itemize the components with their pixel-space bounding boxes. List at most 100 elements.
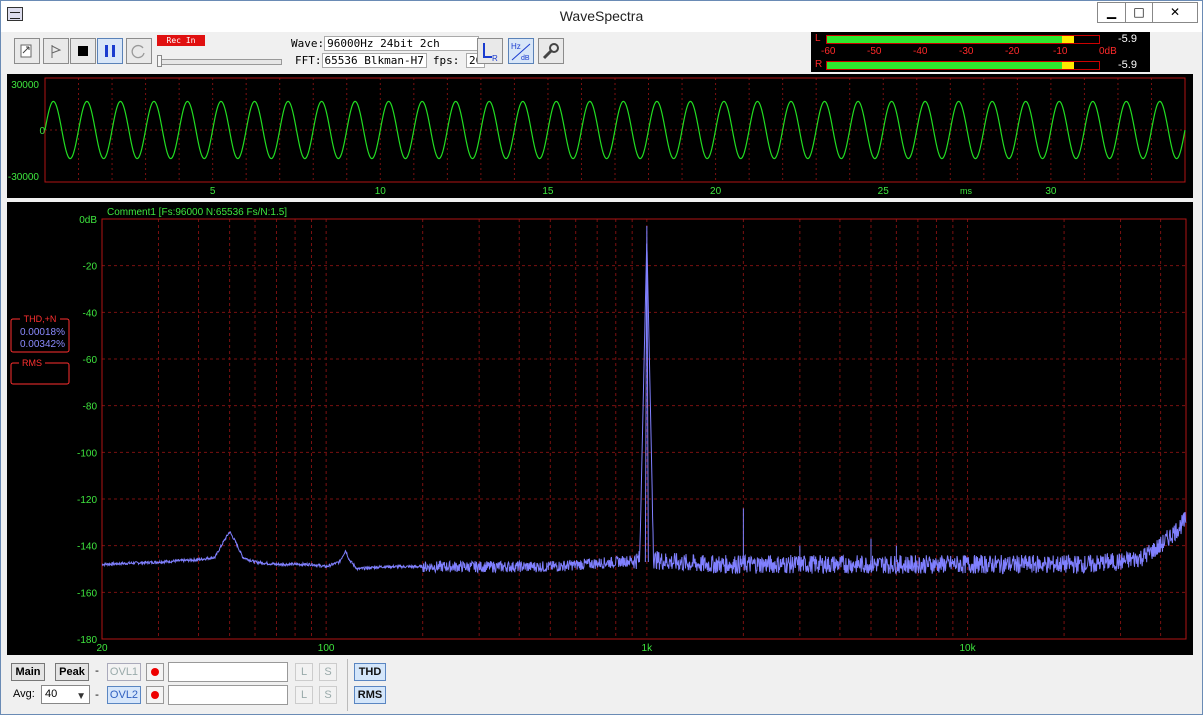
spectrum-ylabel: -120 bbox=[77, 495, 97, 506]
wave-xlabel: 30 bbox=[1045, 186, 1057, 197]
wave-ylabel-bottom: -30000 bbox=[8, 172, 40, 183]
open-file-button[interactable] bbox=[14, 38, 40, 64]
rms-readout-box: RMS bbox=[10, 358, 70, 385]
reset-button[interactable] bbox=[126, 38, 152, 64]
meter-scale-4: -20 bbox=[1005, 46, 1020, 57]
close-button[interactable]: ✕ bbox=[1152, 2, 1198, 23]
ovl2-save-button[interactable]: S bbox=[319, 686, 337, 704]
maximize-button[interactable]: □ bbox=[1125, 2, 1153, 23]
ovl1-button[interactable]: OVL1 bbox=[107, 663, 141, 681]
spectrum-xlabel: 20 bbox=[96, 643, 108, 654]
level-meter: L R -60 -50 -40 -30 -20 -10 0dB -5.9 -5.… bbox=[811, 32, 1150, 72]
meter-scale-6: 0dB bbox=[1099, 46, 1117, 57]
hz-db-scale-button[interactable]: Hz dB bbox=[508, 38, 534, 64]
avg-label: Avg: bbox=[13, 688, 35, 700]
spectrum-ylabel: -80 bbox=[83, 402, 98, 413]
thd-title: THD,+N bbox=[24, 314, 57, 324]
lr-icon: R bbox=[483, 43, 498, 63]
waveform-panel[interactable]: 30000 0 -30000 5 10 15 20 25 30 ms bbox=[7, 74, 1193, 198]
wave-format-field[interactable]: 96000Hz 24bit 2ch bbox=[324, 36, 480, 51]
ovl1-load-button[interactable]: L bbox=[295, 663, 313, 681]
meter-peak-left bbox=[1061, 36, 1074, 43]
slider-thumb[interactable] bbox=[157, 55, 162, 67]
meter-value-right: -5.9 bbox=[1118, 59, 1137, 71]
meter-scale-0: -60 bbox=[821, 46, 836, 57]
ovl2-dash: - bbox=[95, 688, 99, 701]
ovl2-load-button[interactable]: L bbox=[295, 686, 313, 704]
wave-xlabel: 10 bbox=[375, 186, 387, 197]
wave-xlabel: 25 bbox=[878, 186, 890, 197]
fft-label: FFT: bbox=[295, 54, 322, 67]
rms-button[interactable]: RMS bbox=[354, 686, 386, 704]
wave-x-unit: ms bbox=[960, 186, 972, 196]
pause-icon bbox=[105, 45, 115, 57]
window-title: WaveSpectra bbox=[559, 8, 644, 24]
meter-l-label: L bbox=[815, 33, 821, 44]
ovl2-name-field[interactable] bbox=[168, 685, 288, 705]
ovl1-save-button[interactable]: S bbox=[319, 663, 337, 681]
wave-xlabel: 20 bbox=[710, 186, 722, 197]
fft-setting-field[interactable]: 65536 Blkman-H7 bbox=[321, 53, 427, 68]
ovl1-name-field[interactable] bbox=[168, 662, 288, 682]
thd-n-value: 0.00342% bbox=[20, 339, 65, 350]
meter-r-label: R bbox=[815, 59, 823, 70]
spectrum-comment: Comment1 [Fs:96000 N:65536 Fs/N:1.5] bbox=[107, 207, 287, 218]
main-window: WaveSpectra ▁ □ ✕ Rec In Wave: 96000Hz 24… bbox=[0, 0, 1203, 715]
svg-text:R: R bbox=[492, 54, 498, 63]
spectrum-xlabel: 100 bbox=[318, 643, 335, 654]
avg-select[interactable]: 40 ▼ bbox=[41, 685, 90, 704]
spectrum-chart: Comment1 [Fs:96000 N:65536 Fs/N:1.5] 0dB… bbox=[10, 207, 1187, 654]
lr-channel-button[interactable]: R bbox=[477, 38, 503, 64]
fps-label: fps: bbox=[432, 54, 460, 67]
spectrum-ylabel: -140 bbox=[77, 542, 97, 553]
ovl1-dash: - bbox=[95, 664, 99, 677]
stop-icon bbox=[78, 46, 88, 56]
wave-ylabel-mid: 0 bbox=[39, 126, 45, 137]
marker-button[interactable] bbox=[43, 38, 69, 64]
meter-bar-right bbox=[826, 61, 1100, 70]
wave-label: Wave: bbox=[291, 37, 325, 50]
meter-value-left: -5.9 bbox=[1118, 33, 1137, 45]
rms-title: RMS bbox=[22, 358, 42, 368]
meter-fill-left bbox=[827, 36, 1062, 43]
spectrum-ylabel: -160 bbox=[77, 588, 97, 599]
spectrum-ylabel: -100 bbox=[77, 448, 97, 459]
meter-scale-2: -40 bbox=[913, 46, 928, 57]
svg-text:dB: dB bbox=[521, 55, 530, 62]
ovl2-record-button[interactable] bbox=[146, 686, 164, 704]
svg-text:Hz: Hz bbox=[511, 42, 521, 51]
main-button[interactable]: Main bbox=[11, 663, 45, 681]
peak-button[interactable]: Peak bbox=[55, 663, 89, 681]
ovl1-record-button[interactable] bbox=[146, 663, 164, 681]
hz-db-icon: HzdB bbox=[511, 42, 531, 62]
spectrum-ylabel: -60 bbox=[83, 355, 98, 366]
wave-xlabel: 15 bbox=[542, 186, 554, 197]
meter-scale-3: -30 bbox=[959, 46, 974, 57]
bottom-controls: Main Peak Avg: 40 ▼ - - OVL1 OVL2 L S L S… bbox=[1, 657, 1202, 715]
open-file-icon bbox=[20, 44, 32, 58]
ovl2-button[interactable]: OVL2 bbox=[107, 686, 141, 704]
minimize-button[interactable]: ▁ bbox=[1097, 2, 1126, 23]
wave-ylabel-top: 30000 bbox=[11, 80, 39, 91]
meter-scale-5: -10 bbox=[1053, 46, 1068, 57]
rec-in-badge: Rec In bbox=[157, 35, 205, 46]
settings-button[interactable] bbox=[538, 38, 564, 64]
refresh-icon bbox=[131, 44, 145, 59]
thd-button[interactable]: THD bbox=[354, 663, 386, 681]
meter-peak-right bbox=[1061, 62, 1074, 69]
flag-icon bbox=[51, 45, 62, 58]
input-level-slider[interactable] bbox=[157, 59, 282, 65]
waveform-chart: 30000 0 -30000 5 10 15 20 25 30 ms bbox=[8, 77, 1186, 197]
pause-button[interactable] bbox=[97, 38, 123, 64]
spectrum-trace bbox=[101, 243, 1187, 576]
meter-fill-right bbox=[827, 62, 1062, 69]
stop-button[interactable] bbox=[70, 38, 96, 64]
wave-format-info: Wave: 96000Hz 24bit 2ch bbox=[291, 36, 480, 51]
wrench-icon bbox=[542, 43, 559, 60]
spectrum-ylabel: 0dB bbox=[79, 215, 97, 226]
avg-value: 40 bbox=[45, 688, 58, 700]
bottom-divider bbox=[347, 659, 348, 711]
spectrum-ylabel: -20 bbox=[83, 262, 98, 273]
spectrum-panel[interactable]: Comment1 [Fs:96000 N:65536 Fs/N:1.5] 0dB… bbox=[7, 202, 1193, 655]
thd-readout-box: THD,+N 0.00018% 0.00342% bbox=[10, 314, 70, 353]
